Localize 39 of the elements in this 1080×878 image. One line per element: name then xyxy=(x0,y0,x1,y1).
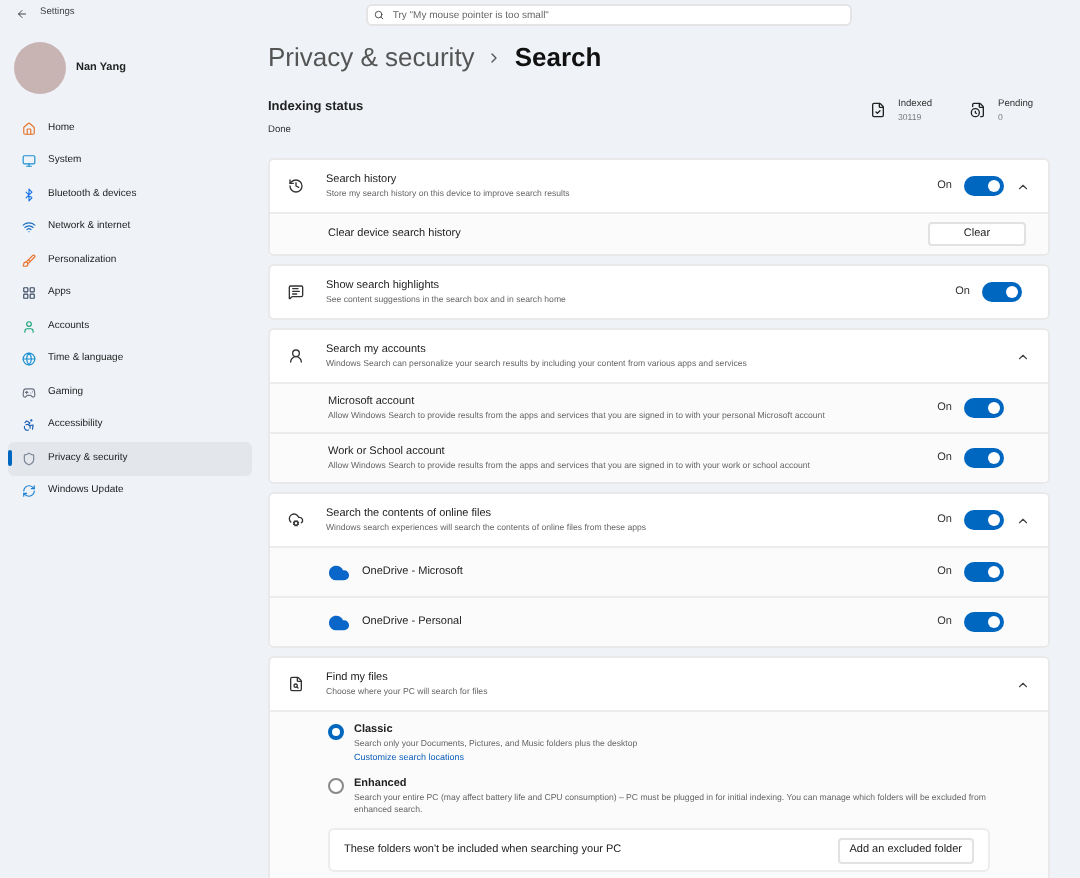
toggle-switch[interactable] xyxy=(982,282,1022,302)
document-icon xyxy=(970,102,986,118)
cloud-icon xyxy=(288,512,304,528)
radio-button[interactable] xyxy=(328,778,344,794)
chat-icon xyxy=(288,284,304,300)
search-icon xyxy=(374,10,385,20)
cloud-icon xyxy=(328,611,350,633)
person-icon xyxy=(22,319,36,334)
bluetooth-icon xyxy=(22,187,36,202)
toggle-switch[interactable] xyxy=(964,510,1004,530)
document-icon xyxy=(870,102,886,118)
chevron-up-icon[interactable] xyxy=(1016,179,1030,193)
accessibility-icon xyxy=(22,418,36,433)
shield-icon xyxy=(22,451,36,466)
page-title: Search xyxy=(514,39,602,76)
file-search-icon xyxy=(288,676,304,692)
person-icon xyxy=(288,348,304,364)
brush-icon xyxy=(22,253,36,268)
history-icon xyxy=(288,178,304,194)
monitor-icon xyxy=(22,154,36,169)
home-icon xyxy=(22,121,36,136)
toggle-switch[interactable] xyxy=(964,448,1004,468)
cloud-icon xyxy=(328,561,350,583)
chevron-up-icon[interactable] xyxy=(1016,349,1030,363)
chevron-up-icon[interactable] xyxy=(1016,677,1030,691)
wifi-icon xyxy=(22,220,36,235)
avatar xyxy=(14,42,66,94)
radio-button[interactable] xyxy=(328,724,344,740)
back-icon[interactable] xyxy=(16,7,28,19)
apps-icon xyxy=(22,286,36,301)
refresh-icon xyxy=(22,484,36,499)
breadcrumb-parent[interactable]: Privacy & security xyxy=(268,37,475,77)
toggle-switch[interactable] xyxy=(964,612,1004,632)
toggle-switch[interactable] xyxy=(964,398,1004,418)
toggle-switch[interactable] xyxy=(964,562,1004,582)
globe-icon xyxy=(22,352,36,367)
toggle-switch[interactable] xyxy=(964,176,1004,196)
gamepad-icon xyxy=(22,385,36,400)
chevron-up-icon[interactable] xyxy=(1016,513,1030,527)
